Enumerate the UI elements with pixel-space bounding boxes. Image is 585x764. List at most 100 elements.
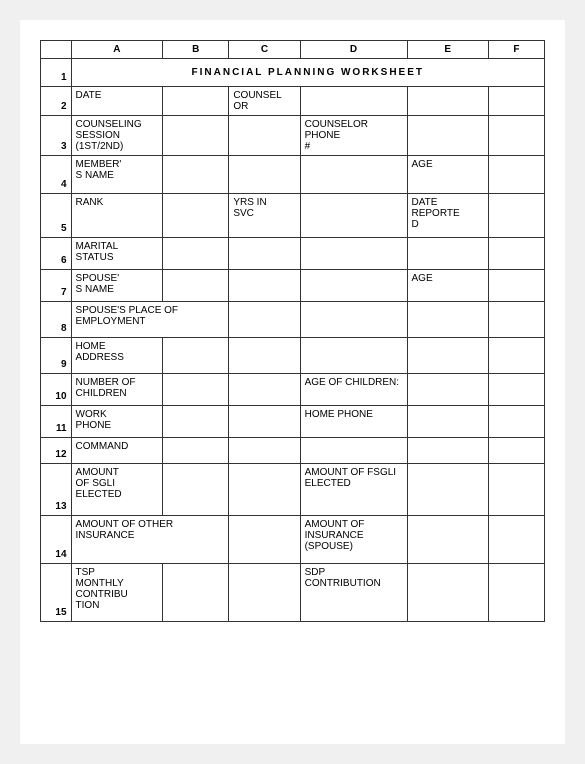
table-row: 14 AMOUNT OF OTHER INSURANCE AMOUNT OF I… [41, 516, 545, 564]
cell-5d [300, 194, 407, 238]
table-row: 15 TSP MONTHLY CONTRIBU TION SDP CONTRIB… [41, 564, 545, 622]
table-row: 9 HOME ADDRESS [41, 338, 545, 374]
row-num-6: 6 [41, 238, 72, 270]
cell-12e [407, 438, 488, 464]
cell-3e [407, 116, 488, 156]
col-header-c: C [229, 41, 300, 59]
cell-15c [229, 564, 300, 622]
row-num-1: 1 [41, 59, 72, 87]
row-num-12: 12 [41, 438, 72, 464]
cell-3d: COUNSELOR PHONE # [300, 116, 407, 156]
cell-8c [229, 302, 300, 338]
row-num-13: 13 [41, 464, 72, 516]
cell-9e [407, 338, 488, 374]
cell-14d: AMOUNT OF INSURANCE (SPOUSE) [300, 516, 407, 564]
cell-12f [488, 438, 544, 464]
cell-11c [229, 406, 300, 438]
row-num-8: 8 [41, 302, 72, 338]
cell-13b [163, 464, 229, 516]
cell-5c: YRS IN SVC [229, 194, 300, 238]
cell-7f [488, 270, 544, 302]
worksheet-title: FINANCIAL PLANNING WORKSHEET [71, 59, 544, 87]
cell-8ab: SPOUSE'S PLACE OF EMPLOYMENT [71, 302, 229, 338]
cell-4d [300, 156, 407, 194]
cell-14e [407, 516, 488, 564]
cell-12c [229, 438, 300, 464]
cell-2d [300, 87, 407, 116]
cell-13c [229, 464, 300, 516]
table-row: 10 NUMBER OF CHILDREN AGE OF CHILDREN: [41, 374, 545, 406]
cell-6b [163, 238, 229, 270]
cell-5f [488, 194, 544, 238]
cell-7a: SPOUSE' S NAME [71, 270, 163, 302]
table-row: 1 FINANCIAL PLANNING WORKSHEET [41, 59, 545, 87]
cell-7e: AGE [407, 270, 488, 302]
cell-12a: COMMAND [71, 438, 163, 464]
cell-2e [407, 87, 488, 116]
cell-3a: COUNSELING SESSION (1ST/2ND) [71, 116, 163, 156]
worksheet-container: A B C D E F 1 FINANCIAL PLANNING WORKSHE… [20, 20, 565, 744]
cell-10d: AGE OF CHILDREN: [300, 374, 407, 406]
cell-10f [488, 374, 544, 406]
row-num-11: 11 [41, 406, 72, 438]
cell-15d: SDP CONTRIBUTION [300, 564, 407, 622]
cell-9f [488, 338, 544, 374]
row-num-3: 3 [41, 116, 72, 156]
cell-5e: DATE REPORTE D [407, 194, 488, 238]
col-header-b: B [163, 41, 229, 59]
table-row: 8 SPOUSE'S PLACE OF EMPLOYMENT [41, 302, 545, 338]
table-row: 13 AMOUNT OF SGLI ELECTED AMOUNT OF FSGL… [41, 464, 545, 516]
col-header-a: A [71, 41, 163, 59]
cell-4e: AGE [407, 156, 488, 194]
col-header-blank [41, 41, 72, 59]
cell-5a: RANK [71, 194, 163, 238]
row-num-10: 10 [41, 374, 72, 406]
cell-13f [488, 464, 544, 516]
cell-14c [229, 516, 300, 564]
cell-7d [300, 270, 407, 302]
cell-6a: MARITAL STATUS [71, 238, 163, 270]
cell-15e [407, 564, 488, 622]
cell-15a: TSP MONTHLY CONTRIBU TION [71, 564, 163, 622]
cell-13e [407, 464, 488, 516]
cell-7b [163, 270, 229, 302]
cell-6d [300, 238, 407, 270]
cell-10a: NUMBER OF CHILDREN [71, 374, 163, 406]
cell-3f [488, 116, 544, 156]
col-header-d: D [300, 41, 407, 59]
worksheet-table: A B C D E F 1 FINANCIAL PLANNING WORKSHE… [40, 40, 545, 622]
cell-9d [300, 338, 407, 374]
table-row: 4 MEMBER' S NAME AGE [41, 156, 545, 194]
cell-2b [163, 87, 229, 116]
cell-15b [163, 564, 229, 622]
table-row: 6 MARITAL STATUS [41, 238, 545, 270]
row-num-7: 7 [41, 270, 72, 302]
cell-6c [229, 238, 300, 270]
cell-11f [488, 406, 544, 438]
cell-12d [300, 438, 407, 464]
cell-6f [488, 238, 544, 270]
table-row: 7 SPOUSE' S NAME AGE [41, 270, 545, 302]
row-num-9: 9 [41, 338, 72, 374]
row-num-4: 4 [41, 156, 72, 194]
row-num-5: 5 [41, 194, 72, 238]
cell-13a: AMOUNT OF SGLI ELECTED [71, 464, 163, 516]
cell-10b [163, 374, 229, 406]
table-row: 3 COUNSELING SESSION (1ST/2ND) COUNSELOR… [41, 116, 545, 156]
cell-3c [229, 116, 300, 156]
cell-10e [407, 374, 488, 406]
cell-6e [407, 238, 488, 270]
cell-2c: COUNSEL OR [229, 87, 300, 116]
cell-8f [488, 302, 544, 338]
table-row: 5 RANK YRS IN SVC DATE REPORTE D [41, 194, 545, 238]
cell-3b [163, 116, 229, 156]
cell-15f [488, 564, 544, 622]
cell-11d: HOME PHONE [300, 406, 407, 438]
cell-4c [229, 156, 300, 194]
cell-8e [407, 302, 488, 338]
cell-2f [488, 87, 544, 116]
cell-11a: WORK PHONE [71, 406, 163, 438]
cell-8d [300, 302, 407, 338]
cell-14ab: AMOUNT OF OTHER INSURANCE [71, 516, 229, 564]
row-num-14: 14 [41, 516, 72, 564]
